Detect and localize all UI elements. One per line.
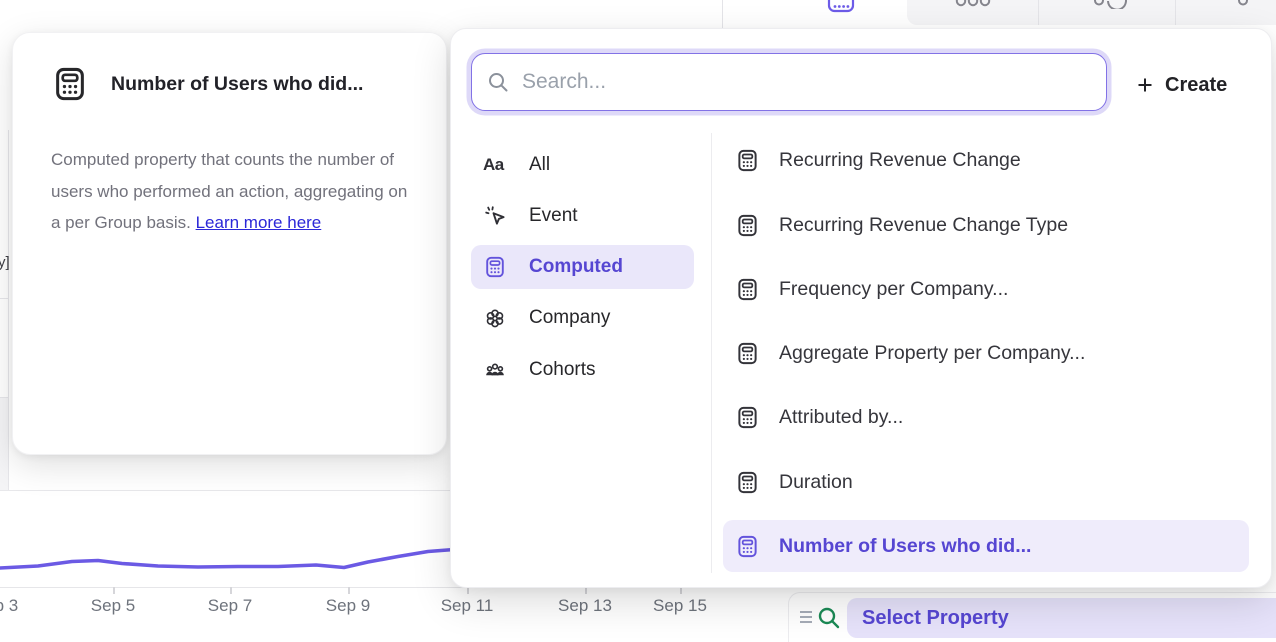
dot-icon: [1237, 0, 1251, 9]
category-label: Cohorts: [529, 359, 596, 381]
result-number-of-users-who-did[interactable]: Number of Users who did...: [723, 520, 1249, 572]
x-axis-label: Sep 13: [558, 596, 612, 616]
clipped-label: y]: [0, 254, 10, 271]
create-button-label: Create: [1165, 74, 1227, 97]
bar-chart-icon: [827, 0, 855, 14]
select-property-label: Select Property: [862, 607, 1009, 630]
result-frequency-per-company[interactable]: Frequency per Company...: [723, 263, 1249, 315]
result-label: Number of Users who did...: [779, 535, 1031, 558]
chart-line: [0, 550, 454, 569]
x-axis-label: Sep 11: [441, 596, 494, 616]
x-axis-label: Sep 7: [208, 596, 252, 616]
x-axis-label: Sep 15: [653, 596, 707, 616]
x-axis-tick: [113, 587, 115, 594]
tab-chart-active[interactable]: [827, 0, 855, 14]
calculator-icon: [735, 213, 760, 238]
search-box: [471, 53, 1107, 111]
funnel-dots-icon: [955, 0, 991, 9]
company-flower-icon: [483, 306, 507, 330]
category-label: Event: [529, 205, 578, 227]
select-property-field[interactable]: Select Property: [847, 598, 1276, 638]
sidebar-results-divider: [711, 133, 712, 573]
calculator-icon: [735, 341, 760, 366]
x-axis-tick: [680, 587, 682, 594]
inactive-tabs-group: [907, 0, 1276, 25]
plus-icon: [1135, 75, 1155, 95]
learn-more-link[interactable]: Learn more here: [196, 213, 322, 232]
left-panel-edge: [8, 130, 9, 490]
left-panel-fill: [0, 398, 8, 490]
aa-icon: Aa: [483, 155, 507, 175]
calculator-icon: [735, 405, 760, 430]
category-cohorts[interactable]: Cohorts: [471, 348, 694, 392]
category-all[interactable]: Aa All: [471, 143, 694, 187]
tab-separator: [1175, 0, 1176, 25]
category-label: All: [529, 154, 550, 176]
report-type-tabs: [723, 0, 1276, 25]
trend-line-chart: [0, 490, 460, 590]
category-label: Computed: [529, 256, 623, 278]
property-config-row: Select Property: [788, 592, 1276, 642]
x-axis-tick: [467, 587, 469, 594]
tab-funnel[interactable]: [955, 0, 991, 9]
result-aggregate-property-per-company[interactable]: Aggregate Property per Company...: [723, 327, 1249, 379]
x-axis-label: Sep 3: [0, 596, 18, 616]
cursor-sparkle-icon: [483, 204, 507, 228]
result-label: Recurring Revenue Change Type: [779, 214, 1068, 237]
x-axis-tick: [230, 587, 232, 594]
calculator-icon: [735, 534, 760, 559]
result-label: Duration: [779, 471, 853, 494]
search-icon: [486, 70, 510, 94]
result-recurring-revenue-change-type[interactable]: Recurring Revenue Change Type: [723, 199, 1249, 251]
result-duration[interactable]: Duration: [723, 456, 1249, 508]
tab-profile[interactable]: [1237, 0, 1251, 9]
result-label: Aggregate Property per Company...: [779, 342, 1085, 365]
left-panel-divider: [0, 298, 8, 299]
category-company[interactable]: Company: [471, 296, 694, 340]
tab-separator: [1038, 0, 1039, 25]
people-icon: [483, 358, 507, 382]
tooltip-description: Computed property that counts the number…: [51, 144, 409, 239]
drag-handle-icon[interactable]: [797, 607, 815, 627]
calculator-icon: [735, 148, 760, 173]
tooltip-title: Number of Users who did...: [111, 73, 363, 96]
x-axis-tick: [348, 587, 350, 594]
x-axis-label: Sep 5: [91, 596, 135, 616]
calculator-icon: [51, 65, 89, 103]
result-attributed-by[interactable]: Attributed by...: [723, 391, 1249, 443]
retention-curve-icon: [1093, 0, 1127, 9]
search-input[interactable]: [522, 70, 1092, 94]
calculator-icon: [483, 255, 507, 279]
x-axis-label: Sep 9: [326, 596, 370, 616]
category-label: Company: [529, 307, 610, 329]
calculator-icon: [735, 470, 760, 495]
tab-retention[interactable]: [1093, 0, 1127, 9]
result-recurring-revenue-change[interactable]: Recurring Revenue Change: [723, 134, 1249, 186]
category-event[interactable]: Event: [471, 194, 694, 238]
x-axis-tick: [585, 587, 587, 594]
result-label: Recurring Revenue Change: [779, 149, 1021, 172]
create-button[interactable]: Create: [1135, 67, 1227, 103]
result-label: Attributed by...: [779, 406, 903, 429]
green-search-icon: [816, 605, 842, 631]
category-computed[interactable]: Computed: [471, 245, 694, 289]
screen: y] Sep 3 Sep 5 Sep 7 Sep 9 Sep 11 Sep 13…: [0, 0, 1276, 642]
property-tooltip-card: Number of Users who did... Computed prop…: [12, 32, 447, 455]
calculator-icon: [735, 277, 760, 302]
property-picker-dropdown: Create Aa All Event: [450, 28, 1272, 588]
result-label: Frequency per Company...: [779, 278, 1008, 301]
